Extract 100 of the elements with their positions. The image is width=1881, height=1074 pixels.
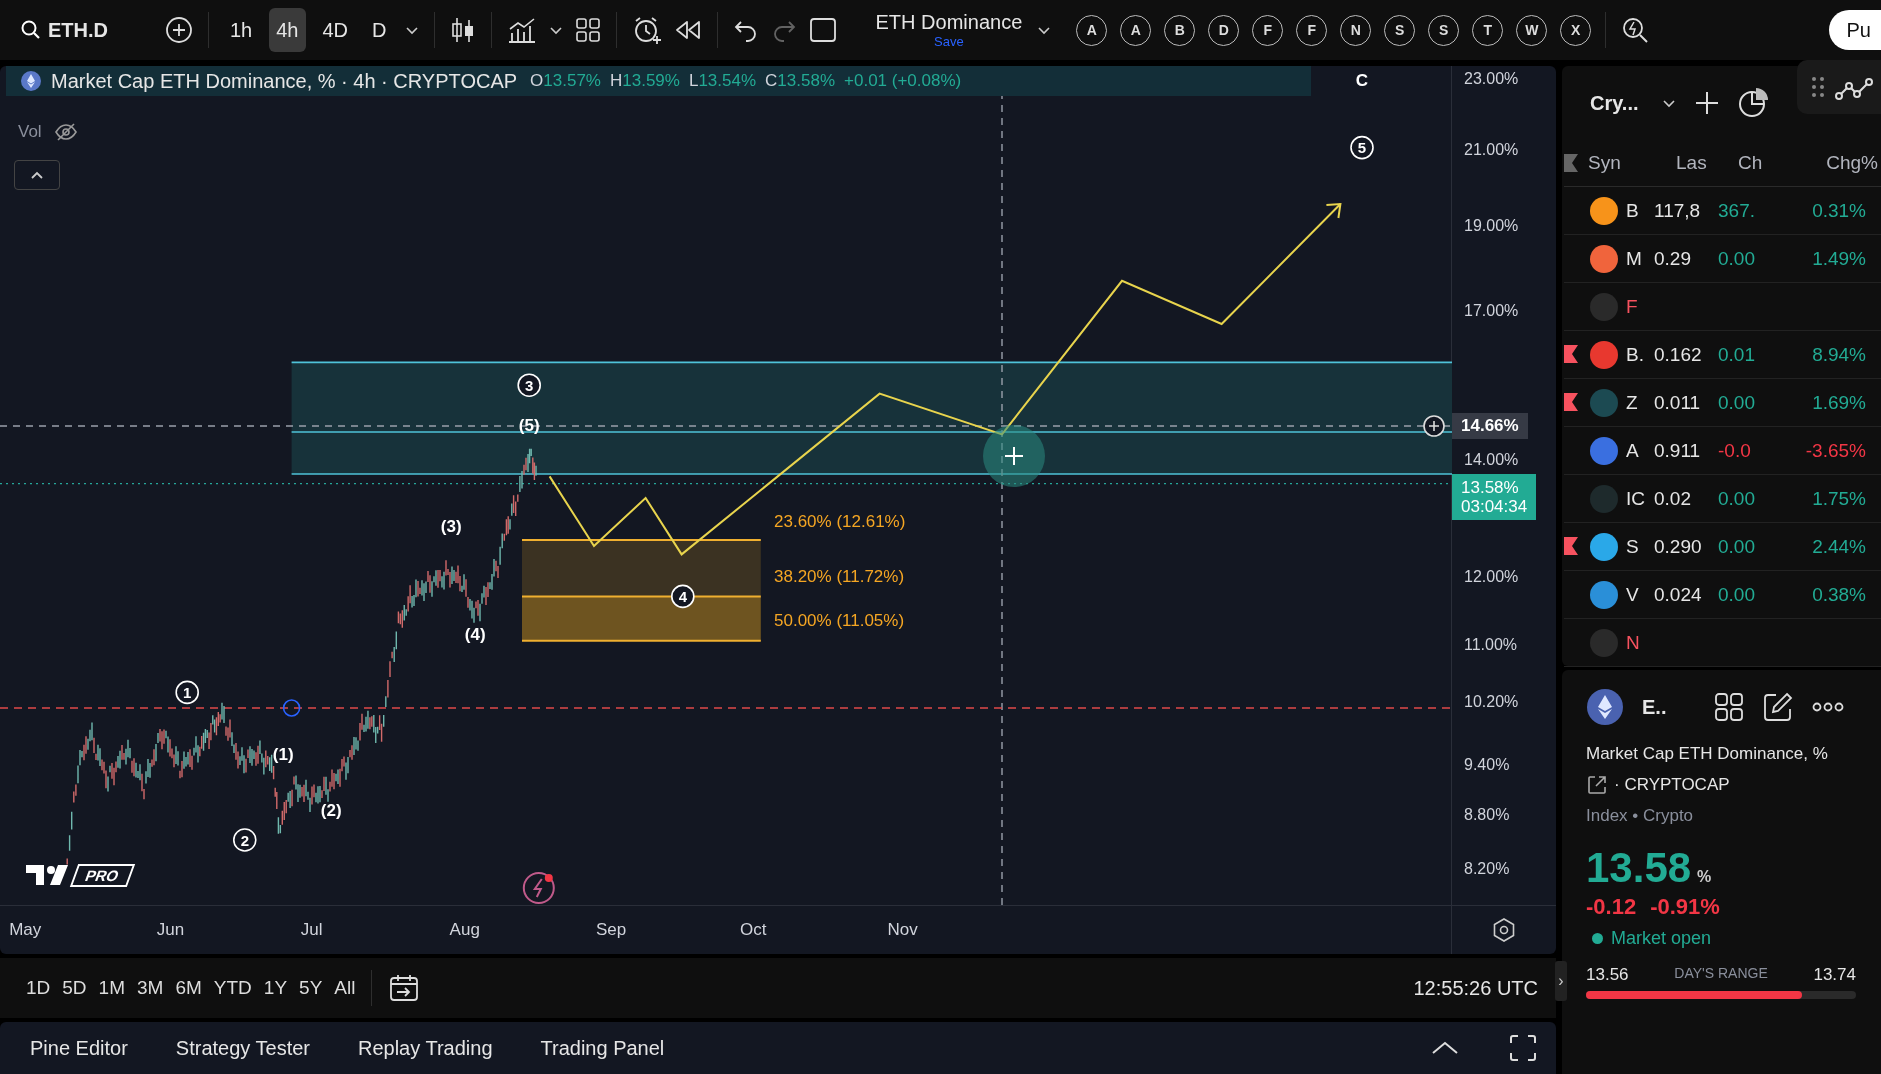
symbol-cell[interactable]: B.: [1626, 343, 1654, 366]
section-heading[interactable]: F: [1626, 295, 1656, 318]
column-header[interactable]: Las: [1676, 152, 1738, 174]
last-price-cell-text: 0.911: [1654, 439, 1702, 462]
symbol-cell[interactable]: M: [1626, 247, 1654, 270]
symbol-cell[interactable]: IC: [1626, 487, 1654, 510]
price-change-percent: -0.91%: [1650, 894, 1720, 920]
time-axis-label: Jul: [300, 920, 323, 940]
wave-label: 1: [175, 680, 199, 705]
wave-label: 5: [1350, 135, 1374, 160]
section-heading[interactable]: N: [1626, 631, 1656, 654]
search-icon: [20, 19, 42, 41]
change-cell-text: 0.00: [1718, 487, 1756, 510]
grid-icon[interactable]: [1714, 692, 1745, 722]
exchange-name[interactable]: · CRYPTOCAP: [1614, 775, 1730, 795]
edit-icon[interactable]: [1762, 691, 1795, 723]
bottom-panel-tab[interactable]: Trading Panel: [540, 1036, 665, 1060]
bottom-panel-tab[interactable]: Strategy Tester: [175, 1036, 310, 1060]
interval-tab[interactable]: 4D: [315, 8, 356, 52]
clock-time: 12:55:26 UTC: [1413, 976, 1538, 1000]
symbol-cell[interactable]: B: [1626, 199, 1654, 222]
interval-tab[interactable]: D: [365, 8, 394, 52]
change-cell-text: 0.01: [1718, 343, 1756, 366]
symbol-cell[interactable]: A: [1626, 439, 1654, 462]
drag-handle-icon[interactable]: [1811, 76, 1825, 98]
time-axis-label: Jun: [156, 920, 185, 940]
ohlc-value: H13.59%: [610, 71, 680, 91]
add-symbol-icon[interactable]: [164, 15, 194, 45]
price-axis-label: 23.00%: [1464, 70, 1519, 89]
maximize-icon[interactable]: [1508, 1033, 1538, 1063]
last-price-cell-text: 0.290: [1654, 535, 1703, 558]
range-button[interactable]: 1Y: [263, 973, 288, 1003]
bottom-panel-tab[interactable]: Replay Trading: [358, 1036, 493, 1060]
anchor-point[interactable]: [282, 699, 301, 717]
change-percent-cell-text: 1.69%: [1811, 391, 1866, 414]
wave-label: C: [1355, 71, 1369, 91]
symbol-cell[interactable]: Z: [1626, 391, 1654, 414]
layout-name-button[interactable]: ETH Dominance Save: [871, 8, 1027, 52]
range-button[interactable]: 1D: [26, 973, 51, 1003]
range-button[interactable]: YTD: [213, 973, 252, 1003]
symbol-cell[interactable]: V: [1626, 583, 1654, 606]
range-button[interactable]: 6M: [175, 973, 202, 1003]
hidden-eye-icon[interactable]: [53, 122, 78, 142]
letter-avatar-icon: [1590, 292, 1618, 321]
settings-icon[interactable]: [1491, 917, 1517, 943]
publish-button[interactable]: Pu: [1828, 10, 1881, 50]
last-price-cell-text: 0.024: [1654, 583, 1703, 606]
wave-label: 2: [233, 828, 257, 852]
column-header[interactable]: Chg%: [1798, 152, 1878, 174]
flag-icon[interactable]: [1564, 537, 1578, 555]
column-header[interactable]: Syn: [1578, 152, 1676, 174]
fullscreen-square-icon[interactable]: [807, 15, 838, 45]
flag-icon[interactable]: [1564, 393, 1578, 411]
change-cell-text: 0.00: [1718, 247, 1756, 270]
wave-label: (2): [320, 801, 342, 820]
more-icon[interactable]: [1812, 702, 1845, 712]
range-label: DAY'S RANGE: [1674, 965, 1768, 983]
range-low: 13.56: [1586, 965, 1629, 985]
price-axis-label: 8.20%: [1464, 860, 1510, 878]
fib-level-label: 23.60% (12.61%): [774, 511, 906, 531]
change-cell-text: 0.00: [1718, 391, 1756, 414]
layout-grid-icon[interactable]: [573, 16, 602, 44]
wave-label: (3): [440, 516, 462, 536]
interval-tab[interactable]: 4h: [269, 8, 306, 52]
last-price-cell-text: 0.02: [1654, 487, 1692, 510]
lightning-icon[interactable]: [522, 872, 555, 904]
change-percent-cell-text: 8.94%: [1811, 343, 1866, 366]
column-header[interactable]: Ch: [1738, 152, 1798, 174]
panel-toggle-button[interactable]: ›: [1555, 961, 1567, 1001]
change-percent-cell-text: 2.44%: [1811, 535, 1866, 558]
letter-avatar-icon: [1590, 628, 1618, 657]
range-button[interactable]: 5Y: [299, 973, 323, 1003]
change-percent-cell-text: 0.31%: [1811, 199, 1866, 222]
layout-name: ETH Dominance: [875, 11, 1023, 34]
symbol-search-button[interactable]: ETH.D: [14, 8, 114, 52]
save-label: Save: [934, 34, 964, 49]
ohlc-value: C13.58%: [765, 71, 836, 91]
price-change: -0.12: [1586, 894, 1637, 920]
ohlc-value: L13.54%: [688, 71, 757, 91]
flag-icon[interactable]: [1564, 154, 1578, 172]
price-axis-label: 9.40%: [1464, 755, 1510, 774]
range-button[interactable]: 1M: [98, 973, 125, 1003]
symbol-category: Index • Crypto: [1586, 806, 1694, 826]
change-percent-cell-text: -3.65%: [1804, 439, 1866, 462]
range-button[interactable]: 3M: [137, 973, 164, 1003]
pie-chart-icon[interactable]: [1736, 86, 1771, 120]
wave-label: 3: [517, 373, 541, 397]
time-axis-label: Sep: [596, 920, 627, 940]
interval-tab[interactable]: 1h: [223, 8, 260, 52]
range-button[interactable]: 5D: [62, 973, 87, 1003]
wave-label: (4): [464, 624, 486, 644]
range-button[interactable]: All: [334, 973, 356, 1003]
calendar-icon[interactable]: [388, 973, 421, 1003]
bottom-panel-tab[interactable]: Pine Editor: [30, 1036, 128, 1060]
watchlist-name-button[interactable]: Cry...: [1590, 91, 1639, 115]
symbol-cell[interactable]: S: [1626, 535, 1654, 558]
collapse-button[interactable]: [14, 160, 60, 190]
external-link-icon[interactable]: [1586, 774, 1608, 796]
flag-icon[interactable]: [1564, 345, 1578, 363]
last-price-cell-text: 0.011: [1654, 391, 1702, 414]
